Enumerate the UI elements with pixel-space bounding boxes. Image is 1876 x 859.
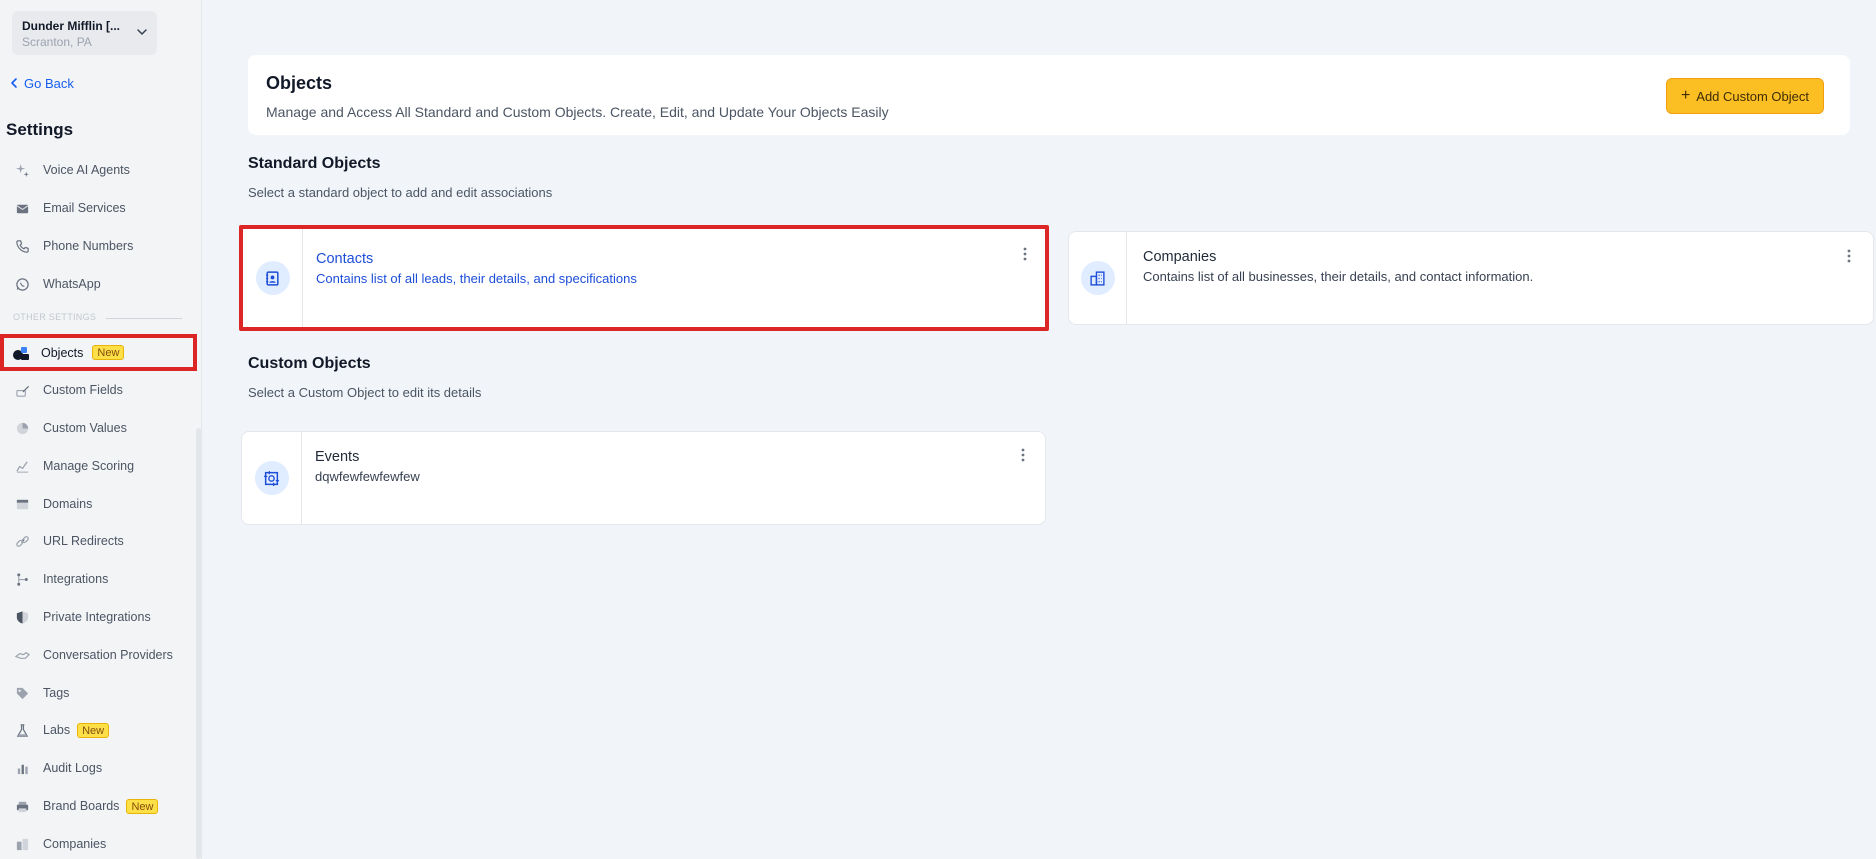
sidebar-item-custom-fields[interactable]: Custom Fields	[14, 379, 123, 401]
building-icon	[1080, 261, 1115, 295]
edit-icon	[14, 382, 30, 398]
location-switcher[interactable]: Dunder Mifflin [... Scranton, PA	[12, 11, 157, 55]
main-content: Objects Manage and Access All Standard a…	[202, 0, 1876, 859]
sidebar-item-whatsapp[interactable]: WhatsApp	[14, 273, 101, 295]
git-branch-icon	[14, 571, 30, 587]
sidebar-item-label: Voice AI Agents	[43, 163, 130, 177]
sidebar-item-label: Manage Scoring	[43, 459, 135, 473]
mail-icon	[14, 200, 30, 216]
sidebar-item-label: Private Integrations	[43, 610, 151, 624]
sidebar-item-label: URL Redirects	[43, 534, 124, 548]
sidebar-item-label: Audit Logs	[43, 761, 103, 775]
chart-line-icon	[14, 458, 30, 474]
plus-icon: +	[1680, 87, 1691, 104]
standard-objects-title: Standard Objects	[248, 155, 381, 172]
sidebar-item-email-services[interactable]: Email Services	[14, 197, 126, 219]
custom-objects-title: Custom Objects	[248, 355, 371, 372]
sidebar-item-conversation-providers[interactable]: Conversation Providers	[14, 644, 173, 666]
handshake-icon	[14, 647, 30, 663]
sidebar-item-phone-numbers[interactable]: Phone Numbers	[14, 235, 133, 257]
sidebar-item-label: WhatsApp	[43, 277, 101, 291]
settings-title: Settings	[6, 120, 74, 139]
location-name: Dunder Mifflin [...	[22, 19, 120, 33]
card-icon-column	[242, 432, 302, 524]
flask-icon	[14, 722, 30, 738]
sidebar-item-label: Email Services	[43, 201, 126, 215]
settings-sidebar: Dunder Mifflin [... Scranton, PA Go Back…	[0, 0, 202, 859]
sidebar-item-integrations[interactable]: Integrations	[14, 568, 108, 590]
sidebar-item-voice-ai-agents[interactable]: Voice AI Agents	[14, 159, 130, 181]
buildings-icon	[14, 836, 30, 852]
shield-icon	[14, 609, 30, 625]
standard-objects-description: Select a standard object to add and edit…	[248, 185, 553, 200]
section-divider	[106, 318, 182, 319]
page-title: Objects	[266, 73, 333, 93]
sidebar-item-objects[interactable]: Objects New	[0, 334, 197, 371]
sidebar-item-manage-scoring[interactable]: Manage Scoring	[14, 455, 134, 477]
sidebar-item-label: Labs	[43, 723, 71, 737]
new-badge: New	[77, 722, 110, 738]
chevron-down-icon	[137, 29, 147, 35]
card-description: Contains list of all businesses, their d…	[1143, 269, 1534, 284]
sidebar-item-label: Conversation Providers	[43, 648, 173, 662]
other-settings-label: OTHER SETTINGS	[13, 312, 97, 322]
bar-chart-icon	[14, 760, 30, 776]
sidebar-item-label: Domains	[43, 497, 93, 511]
contact-book-icon	[255, 261, 290, 295]
sidebar-item-label: Tags	[43, 686, 70, 700]
sidebar-item-label: Phone Numbers	[43, 239, 134, 253]
card-description: Contains list of all leads, their detail…	[316, 271, 637, 286]
whatsapp-icon	[14, 276, 30, 292]
page-subtitle: Manage and Access All Standard and Custo…	[266, 104, 889, 120]
more-options-icon[interactable]	[1839, 246, 1859, 266]
sidebar-item-labs[interactable]: Labs New	[14, 719, 110, 741]
chevron-left-icon	[11, 78, 17, 88]
sidebar-item-domains[interactable]: Domains	[14, 493, 92, 515]
card-title: Contacts	[316, 251, 374, 267]
go-back-link[interactable]: Go Back	[8, 74, 74, 92]
new-badge: New	[126, 798, 159, 814]
sidebar-item-label: Custom Fields	[43, 383, 123, 397]
card-icon-column	[243, 229, 303, 327]
object-card-companies[interactable]: Companies Contains list of all businesse…	[1068, 231, 1874, 325]
custom-objects-description: Select a Custom Object to edit its detai…	[248, 385, 482, 400]
sidebar-scrollbar[interactable]	[196, 428, 201, 859]
sidebar-item-url-redirects[interactable]: URL Redirects	[14, 530, 124, 552]
custom-object-icon	[254, 461, 289, 495]
sidebar-item-label: Objects	[41, 345, 84, 360]
card-title: Companies	[1143, 249, 1217, 265]
sidebar-item-label: Custom Values	[43, 421, 127, 435]
sidebar-item-label: Companies	[43, 837, 107, 851]
page-header-card: Objects Manage and Access All Standard a…	[248, 55, 1850, 135]
phone-icon	[14, 238, 30, 254]
printer-icon	[14, 798, 30, 814]
object-card-contacts[interactable]: Contacts Contains list of all leads, the…	[239, 225, 1049, 331]
more-options-icon[interactable]	[1015, 244, 1035, 264]
sidebar-item-companies[interactable]: Companies	[14, 833, 106, 855]
sidebar-item-label: Integrations	[43, 572, 109, 586]
sidebar-item-custom-values[interactable]: Custom Values	[14, 417, 127, 439]
sidebar-item-brand-boards[interactable]: Brand Boards New	[14, 795, 159, 817]
browser-icon	[14, 496, 30, 512]
link-icon	[14, 533, 30, 549]
card-description: dqwfewfewfewfew	[315, 469, 420, 484]
add-custom-object-button[interactable]: + Add Custom Object	[1665, 78, 1824, 114]
tag-icon	[14, 685, 30, 701]
sparkles-icon	[14, 162, 30, 178]
new-badge: New	[92, 345, 125, 360]
sidebar-item-tags[interactable]: Tags	[14, 682, 69, 704]
location-address: Scranton, PA	[22, 35, 92, 49]
sidebar-item-audit-logs[interactable]: Audit Logs	[14, 757, 102, 779]
more-options-icon[interactable]	[1013, 445, 1033, 465]
go-back-label: Go Back	[24, 75, 74, 91]
object-card-events[interactable]: Events dqwfewfewfewfew	[241, 431, 1046, 525]
objects-icon	[12, 344, 30, 362]
add-custom-object-label: Add Custom Object	[1696, 88, 1809, 104]
sidebar-item-private-integrations[interactable]: Private Integrations	[14, 606, 151, 628]
card-icon-column	[1069, 232, 1127, 324]
card-title: Events	[315, 449, 360, 465]
sidebar-item-label: Brand Boards	[43, 799, 120, 813]
pie-chart-icon	[14, 420, 30, 436]
